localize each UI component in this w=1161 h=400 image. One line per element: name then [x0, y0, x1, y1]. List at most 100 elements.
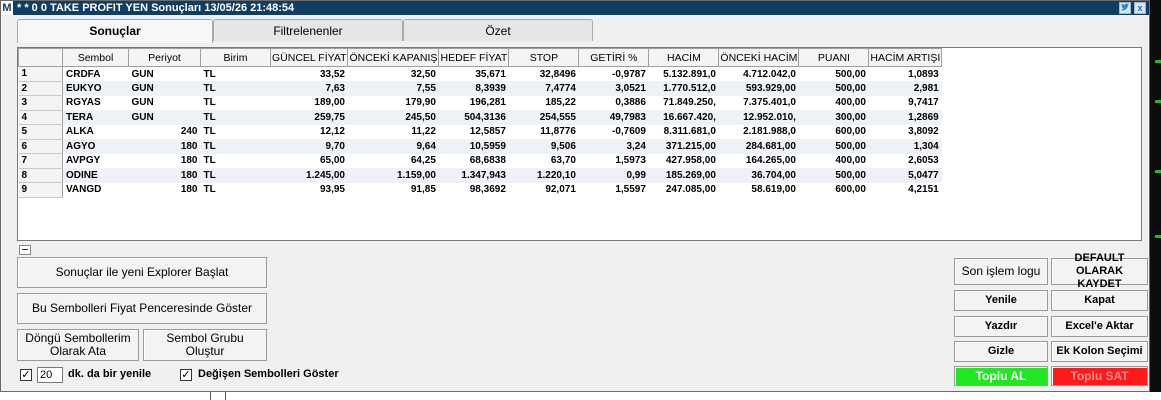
row-number: 3: [18, 95, 63, 111]
close-icon[interactable]: x: [1134, 2, 1146, 14]
previous-close-cell: 32,50: [410, 68, 436, 80]
background-marker: [1155, 100, 1161, 103]
results-table: Sembol Periyot Birim GÜNCEL FİYAT ÖNCEKİ…: [18, 48, 943, 198]
bulk-buy-button[interactable]: Toplu AL: [954, 366, 1048, 386]
refresh-button[interactable]: Yenile: [954, 290, 1048, 311]
previous-close-cell: 179,90: [405, 97, 436, 109]
extra-column-select-button[interactable]: Ek Kolon Seçimi: [1051, 341, 1148, 362]
column-header-stop[interactable]: STOP: [508, 48, 580, 67]
auto-refresh-checkbox[interactable]: ✓: [20, 369, 32, 381]
volume-increase-cell: 4,2151: [908, 184, 939, 196]
table-row[interactable]: 7 AVPGY 180 TL 65,00 64,25 68,6838 63,70 1,5973 4…: [18, 153, 942, 169]
title-bar[interactable]: M * * 0 0 TAKE PROFIT YEN Sonuçları 13/0…: [1, 1, 1149, 15]
unit-cell: TL: [200, 139, 271, 154]
export-excel-button[interactable]: Excel'e Aktar: [1051, 316, 1148, 337]
results-tabs: Sonuçlar Filtrelenenler Özet: [17, 19, 593, 43]
symbol-cell: ODINE: [62, 168, 129, 183]
table-row[interactable]: 4 TERA GUN TL 259,75 245,50 504,3136 254,555 49,…: [18, 110, 942, 125]
bulk-sell-button[interactable]: Toplu SAT: [1051, 366, 1148, 386]
table-row[interactable]: 9 VANGD 180 TL 93,95 91,85 98,3692 92,071 1,5597…: [18, 182, 942, 198]
current-price-cell: 7,63: [270, 81, 348, 96]
period-cell: GUN: [131, 97, 154, 109]
create-symbol-group-button[interactable]: Sembol Grubu Oluştur: [143, 329, 267, 361]
background-bottom-strip: [0, 392, 1161, 400]
row-number: 5: [18, 124, 63, 140]
tab-results[interactable]: Sonuçlar: [17, 19, 213, 43]
column-header-previous-volume[interactable]: ÖNCEKİ HACİM: [718, 48, 800, 67]
return-cell: 1,5597: [615, 184, 646, 196]
unit-cell: TL: [203, 126, 216, 138]
table-row[interactable]: 3 RGYAS GUN TL 189,00 179,90 196,281 185,22 0,38…: [18, 95, 942, 111]
results-grid[interactable]: Sembol Periyot Birim GÜNCEL FİYAT ÖNCEKİ…: [17, 47, 1142, 241]
volume-cell: 427.958,00: [665, 155, 716, 167]
period-cell: 180: [180, 155, 198, 167]
last-action-log-button[interactable]: Son işlem logu: [954, 258, 1048, 285]
column-header-score[interactable]: PUANI: [798, 48, 870, 67]
column-header-period[interactable]: Periyot: [128, 48, 201, 67]
unit-cell: TL: [203, 97, 216, 109]
unit-cell: TL: [200, 110, 271, 125]
assign-loop-symbols-button[interactable]: Döngü Sembollerim Olarak Ata: [17, 329, 139, 361]
volume-increase-cell: 1,2869: [868, 110, 942, 125]
refresh-interval-label: dk. da bir yenile: [68, 368, 152, 380]
table-row[interactable]: 2 EUKYO GUN TL 7,63 7,55 8,3939 7,4774 3,0521 1.7…: [18, 81, 942, 96]
show-changed-symbols-checkbox[interactable]: ✓: [180, 369, 192, 381]
previous-volume-cell: 12.952.010,: [718, 110, 799, 125]
column-header-previous-close[interactable]: ÖNCEKİ KAPANIŞ: [347, 48, 440, 67]
table-row[interactable]: 8 ODINE 180 TL 1.245,00 1.159,00 1.347,943 1.22…: [18, 168, 942, 183]
hide-button[interactable]: Gizle: [954, 341, 1048, 362]
save-as-default-button[interactable]: DEFAULT OLARAK KAYDET: [1051, 252, 1148, 290]
return-cell: 1,5973: [615, 155, 646, 167]
print-button[interactable]: Yazdır: [954, 316, 1048, 337]
symbol-cell: AGYO: [62, 139, 129, 154]
refresh-minutes-input[interactable]: 20: [37, 367, 63, 383]
return-cell: 3,0521: [578, 81, 649, 96]
background-marker: [1155, 235, 1161, 238]
volume-cell: 16.667.420,: [648, 110, 719, 125]
symbol-cell: ALKA: [66, 126, 94, 138]
stop-cell: 92,071: [545, 184, 576, 196]
tab-filtered[interactable]: Filtrelenenler: [213, 19, 403, 41]
previous-volume-cell: 284.681,00: [718, 139, 799, 154]
table-row[interactable]: 1 CRDFA GUN TL 33,52 32,50 35,671 32,8496 -0,978…: [18, 66, 942, 82]
symbol-cell: AVPGY: [66, 155, 101, 167]
column-header-target-price[interactable]: HEDEF FİYAT: [438, 48, 510, 67]
column-header-current-price[interactable]: GÜNCEL FİYAT: [269, 48, 349, 67]
table-body: 1 CRDFA GUN TL 33,52 32,50 35,671 32,8496 -0,978…: [18, 66, 942, 198]
explorer-results-window: M * * 0 0 TAKE PROFIT YEN Sonuçları 13/0…: [0, 0, 1150, 392]
volume-cell: 1.770.512,0: [648, 81, 719, 96]
score-cell: 400,00: [835, 155, 866, 167]
close-button[interactable]: Kapat: [1051, 290, 1148, 311]
previous-close-cell: 91,85: [410, 184, 436, 196]
column-header-symbol[interactable]: Sembol: [62, 48, 129, 67]
score-cell: 500,00: [798, 168, 869, 183]
table-row[interactable]: 6 AGYO 180 TL 9,70 9,64 10,5959 9,506 3,24 371.21…: [18, 139, 942, 154]
show-in-price-window-button[interactable]: Bu Sembolleri Fiyat Penceresinde Göster: [17, 293, 267, 324]
volume-increase-cell: 3,8092: [908, 126, 939, 138]
target-price-cell: 1.347,943: [438, 168, 509, 183]
stop-cell: 185,22: [545, 97, 576, 109]
tab-summary[interactable]: Özet: [403, 19, 593, 41]
previous-close-cell: 11,22: [411, 126, 436, 138]
target-price-cell: 68,6838: [469, 155, 506, 167]
column-header-volume-increase[interactable]: HACİM ARTIŞI: [868, 48, 943, 67]
twitter-icon[interactable]: [1119, 2, 1131, 14]
collapse-panel-icon[interactable]: [19, 245, 31, 255]
table-row[interactable]: 5 ALKA 240 TL 12,12 11,22 12,5857 11,8776 -0,760…: [18, 124, 942, 140]
target-price-cell: 12,5857: [469, 126, 506, 138]
current-price-cell: 9,70: [270, 139, 348, 154]
row-number: 1: [18, 66, 63, 82]
score-cell: 400,00: [835, 97, 866, 109]
previous-volume-cell: 58.619,00: [751, 184, 796, 196]
previous-close-cell: 64,25: [410, 155, 436, 167]
previous-volume-cell: 593.929,00: [718, 81, 799, 96]
column-header-volume[interactable]: HACİM: [648, 48, 720, 67]
column-header[interactable]: [18, 48, 63, 67]
column-header-return[interactable]: GETİRİ %: [578, 48, 650, 67]
column-header-unit[interactable]: Birim: [200, 48, 271, 67]
volume-increase-cell: 5,0477: [868, 168, 942, 183]
score-cell: 600,00: [835, 126, 866, 138]
symbol-cell: EUKYO: [62, 81, 129, 96]
return-cell: -0,7609: [611, 126, 646, 138]
new-explorer-button[interactable]: Sonuçlar ile yeni Explorer Başlat: [17, 257, 267, 288]
